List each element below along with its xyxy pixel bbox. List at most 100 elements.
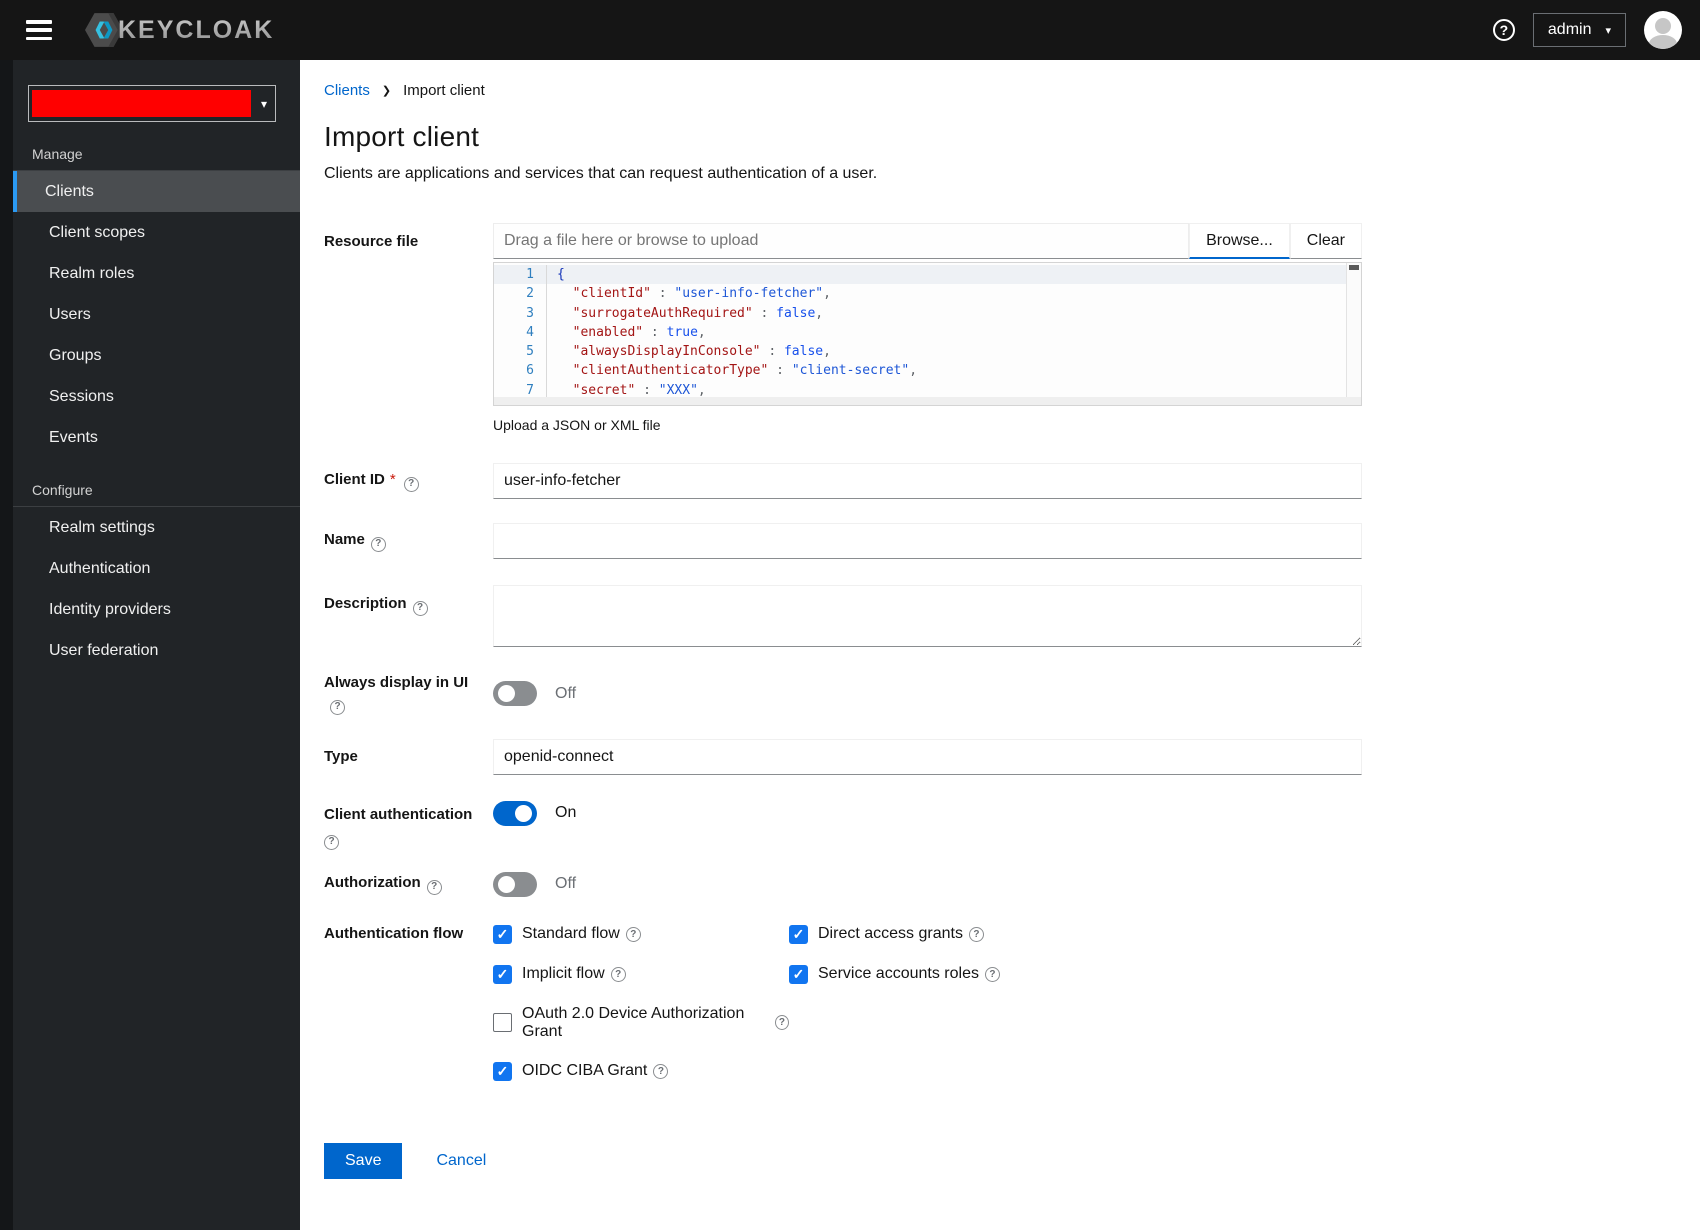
description-textarea[interactable]: [493, 585, 1362, 647]
sidebar-scroll-strip: [0, 60, 13, 1230]
code-line[interactable]: 5 "alwaysDisplayInConsole" : false,: [494, 342, 1346, 362]
authorization-state: Off: [555, 875, 577, 892]
sidebar-item-identity-providers[interactable]: Identity providers: [13, 589, 300, 630]
code-text: "secret" : "XXX",: [546, 380, 706, 397]
editor-horizontal-scrollbar[interactable]: [494, 397, 1361, 405]
code-text: "enabled" : true,: [546, 322, 706, 343]
flow-option-label: Standard flow: [522, 925, 620, 942]
flow-option-help-icon[interactable]: ?: [984, 966, 1000, 982]
client-id-help-icon[interactable]: ?: [403, 476, 419, 492]
name-help-icon[interactable]: ?: [370, 536, 386, 552]
checkbox-checked[interactable]: ✓: [493, 1061, 512, 1081]
flow-option-label: Direct access grants: [818, 925, 963, 942]
code-text: "alwaysDisplayInConsole" : false,: [546, 342, 831, 362]
client-id-input[interactable]: [493, 463, 1362, 499]
flow-option-help-icon[interactable]: ?: [774, 1015, 789, 1030]
code-line[interactable]: 4 "enabled" : true,: [494, 322, 1346, 343]
type-input[interactable]: [493, 738, 1362, 775]
code-text: "clientAuthenticatorType" : "client-secr…: [546, 361, 917, 381]
sidebar-item-clients[interactable]: Clients: [13, 171, 300, 212]
page-subtitle: Clients are applications and services th…: [324, 165, 878, 182]
editor-vertical-scrollbar[interactable]: [1346, 263, 1361, 397]
cancel-link[interactable]: Cancel: [436, 1152, 486, 1170]
flow-option-help-icon[interactable]: ?: [610, 966, 626, 982]
code-text: "clientId" : "user-info-fetcher",: [546, 284, 831, 304]
flow-option-help-icon[interactable]: ?: [968, 926, 984, 942]
always-display-toggle[interactable]: [493, 681, 537, 707]
auth-flow-options: ✓ Standard flow? ✓ Direct access grants? ✓ Im…: [493, 923, 1362, 1081]
user-menu-dropdown[interactable]: admin ▾: [1532, 13, 1626, 47]
nav-section-title-manage: Manage: [32, 146, 83, 162]
code-line[interactable]: 1{: [494, 265, 1346, 285]
breadcrumb-clients-link[interactable]: Clients: [324, 82, 370, 99]
form-actions: Save Cancel: [324, 1142, 1362, 1179]
client-auth-help-icon[interactable]: ?: [324, 834, 339, 850]
line-number: 2: [526, 286, 534, 302]
save-button[interactable]: Save: [324, 1142, 403, 1179]
sidebar-item-client-scopes[interactable]: Client scopes: [13, 212, 300, 253]
flow-option-service-accounts-roles: ✓ Service accounts roles?: [789, 964, 1362, 984]
description-help-icon[interactable]: ?: [412, 600, 428, 616]
client-auth-toggle[interactable]: [493, 800, 537, 826]
code-line[interactable]: 7 "secret" : "XXX",: [494, 380, 1346, 397]
masthead: KEYCLOAK ? admin ▾: [0, 0, 1700, 60]
breadcrumb-separator-icon: ❯: [381, 85, 392, 97]
sidebar-item-authentication[interactable]: Authentication: [13, 548, 300, 589]
hamburger-menu-icon[interactable]: [26, 20, 52, 40]
realm-name-redacted: [32, 90, 251, 117]
upload-helper-text: Upload a JSON or XML file: [493, 417, 661, 433]
editor-scrollbar-thumb[interactable]: [1349, 265, 1359, 270]
code-line[interactable]: 6 "clientAuthenticatorType" : "client-se…: [494, 361, 1346, 381]
sidebar-item-user-federation[interactable]: User federation: [13, 630, 300, 671]
file-upload-group: Browse... Clear: [493, 223, 1362, 259]
browse-button[interactable]: Browse...: [1189, 223, 1290, 259]
sidebar-item-events[interactable]: Events: [13, 417, 300, 458]
flow-option-label: OIDC CIBA Grant: [522, 1062, 648, 1079]
authorization-help-icon[interactable]: ?: [426, 879, 442, 895]
main-content: Clients ❯ Import client Import client Cl…: [300, 60, 1700, 1230]
help-icon[interactable]: ?: [1492, 19, 1515, 41]
line-number: 3: [526, 305, 534, 321]
checkbox-checked[interactable]: ✓: [789, 964, 808, 984]
keycloak-logo: KEYCLOAK: [84, 11, 274, 49]
user-menu-label: admin: [1547, 21, 1592, 38]
flow-option-standard-flow: ✓ Standard flow?: [493, 924, 789, 944]
file-upload-input[interactable]: [493, 223, 1190, 259]
realm-selector-dropdown[interactable]: ▾: [28, 85, 276, 122]
always-display-help-icon[interactable]: ?: [330, 699, 345, 715]
resource-file-label: Resource file: [324, 233, 419, 250]
clear-button[interactable]: Clear: [1289, 223, 1362, 259]
flow-option-help-icon[interactable]: ?: [653, 1063, 669, 1079]
sidebar: ▾ Manage Clients Client scopes Realm roles U…: [0, 60, 300, 1230]
brand-text: KEYCLOAK: [118, 15, 275, 44]
description-label: Description?: [324, 585, 493, 616]
nav-section-title-configure: Configure: [32, 482, 93, 498]
code-text: {: [546, 265, 565, 285]
flow-option-label: Service accounts roles: [818, 965, 979, 982]
code-editor[interactable]: 1{2 "clientId" : "user-info-fetcher", 3 "…: [493, 262, 1362, 406]
checkbox-checked[interactable]: ✓: [493, 924, 512, 944]
checkbox-checked[interactable]: ✓: [789, 924, 808, 944]
sidebar-item-realm-roles[interactable]: Realm roles: [13, 253, 300, 294]
authorization-toggle[interactable]: [493, 871, 537, 897]
line-number: 5: [526, 344, 534, 360]
page-title: Import client: [324, 121, 480, 152]
sidebar-item-users[interactable]: Users: [13, 294, 300, 335]
sidebar-item-realm-settings[interactable]: Realm settings: [13, 507, 300, 548]
flow-option-help-icon[interactable]: ?: [625, 926, 641, 942]
code-editor-content[interactable]: 1{2 "clientId" : "user-info-fetcher", 3 "…: [494, 265, 1346, 397]
code-line[interactable]: 2 "clientId" : "user-info-fetcher",: [494, 284, 1346, 304]
flow-option-direct-access-grants: ✓ Direct access grants?: [789, 924, 1362, 944]
code-line[interactable]: 3 "surrogateAuthRequired" : false,: [494, 303, 1346, 323]
avatar[interactable]: [1644, 11, 1682, 49]
breadcrumb: Clients ❯ Import client: [324, 82, 1700, 99]
name-input[interactable]: [493, 523, 1362, 559]
line-number: 7: [526, 382, 534, 397]
sidebar-item-sessions[interactable]: Sessions: [13, 376, 300, 417]
checkbox-checked[interactable]: ✓: [493, 964, 512, 984]
checkbox-unchecked[interactable]: [493, 1013, 512, 1032]
sidebar-item-groups[interactable]: Groups: [13, 335, 300, 376]
always-display-state: Off: [555, 684, 577, 702]
flow-option-oidc-ciba-grant: ✓ OIDC CIBA Grant?: [493, 1061, 789, 1081]
flow-option-label: OAuth 2.0 Device Authorization Grant: [522, 1004, 745, 1040]
